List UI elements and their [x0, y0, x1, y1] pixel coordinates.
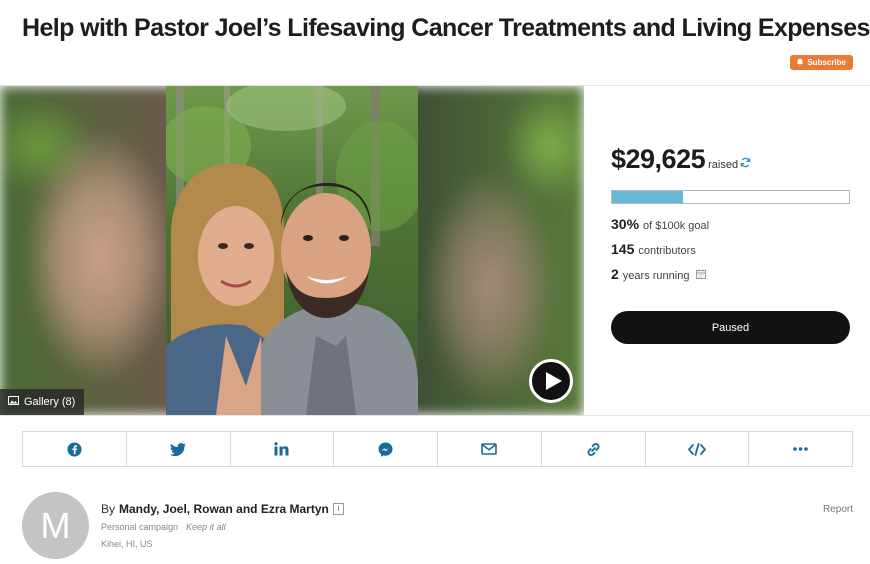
play-video-button[interactable] [529, 359, 573, 403]
progress-fill [612, 191, 684, 203]
goal-text: of $100k goal [643, 220, 710, 232]
running-count: 2 [611, 266, 619, 282]
contributors-stat: 145 contributors [611, 241, 696, 257]
hero-media: Gallery (8) [0, 86, 584, 415]
refresh-icon[interactable] [740, 157, 751, 171]
linkedin-icon [274, 442, 289, 456]
avatar: M [22, 492, 89, 559]
campaign-meta: Personal campaign Keep it all [101, 522, 226, 532]
raised-amount-row: $29,625 raised [611, 144, 751, 175]
campaign-type: Personal campaign [101, 522, 179, 532]
image-icon [8, 396, 19, 408]
messenger-icon [378, 441, 393, 457]
share-twitter-button[interactable] [127, 432, 231, 466]
divider [0, 415, 870, 416]
goal-percent: 30% [611, 216, 640, 232]
more-icon [793, 447, 808, 451]
subscribe-button[interactable]: Subscribe [790, 55, 853, 70]
organizer-byline: By Mandy, Joel, Rowan and Ezra Martyn i [101, 502, 344, 516]
gallery-button[interactable]: Gallery (8) [0, 389, 85, 415]
play-icon [546, 372, 562, 390]
share-messenger-button[interactable] [334, 432, 438, 466]
facebook-icon [67, 441, 82, 457]
contributors-count: 145 [611, 241, 635, 257]
share-email-button[interactable] [438, 432, 542, 466]
hero-photo[interactable] [166, 86, 418, 415]
raised-label: raised [708, 159, 739, 171]
goal-stat: 30% of $100k goal [611, 216, 709, 232]
embed-icon [687, 442, 706, 456]
share-facebook-button[interactable] [23, 432, 127, 466]
embed-button[interactable] [646, 432, 750, 466]
share-linkedin-button[interactable] [231, 432, 335, 466]
subscribe-label: Subscribe [807, 58, 846, 67]
report-link[interactable]: Report [823, 504, 853, 515]
verified-icon: i [332, 503, 344, 515]
twitter-icon [170, 442, 187, 456]
running-stat: 2 years running [611, 266, 707, 282]
copy-link-button[interactable] [542, 432, 646, 466]
by-prefix: By [101, 502, 116, 516]
link-icon [587, 442, 600, 456]
funding-panel: $29,625 raised 30% of $100k goal 145 con… [584, 86, 870, 415]
raised-amount: $29,625 [611, 144, 706, 174]
organizer-names[interactable]: Mandy, Joel, Rowan and Ezra Martyn [119, 502, 329, 516]
email-icon [481, 443, 498, 455]
bell-icon [796, 58, 804, 68]
paused-button[interactable]: Paused [611, 311, 850, 344]
contributors-label: contributors [638, 245, 696, 257]
organizer-location: Kihei, HI, US [101, 539, 153, 549]
running-label: years running [622, 270, 690, 282]
fund-type: Keep it all [186, 522, 226, 532]
page-title: Help with Pastor Joel’s Lifesaving Cance… [22, 14, 870, 42]
share-bar [22, 431, 853, 467]
progress-bar [611, 190, 850, 204]
calendar-icon [696, 269, 707, 282]
gallery-label: Gallery (8) [24, 396, 76, 408]
more-options-button[interactable] [749, 432, 852, 466]
